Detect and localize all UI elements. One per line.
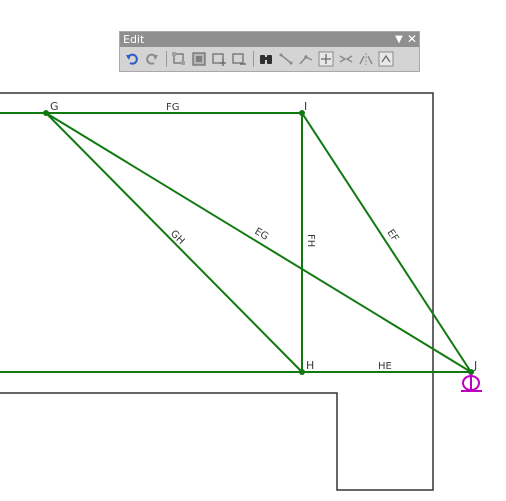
frame-outline: [0, 92, 434, 491]
close-icon[interactable]: ✕: [406, 32, 418, 47]
node-label-J: J: [473, 359, 477, 372]
dropdown-arrow-icon[interactable]: ▼: [393, 32, 405, 47]
toolbar-title: Edit: [123, 33, 145, 46]
toolbar-title-bar[interactable]: Edit ▼ ✕: [120, 32, 419, 47]
redo-icon[interactable]: [143, 50, 161, 68]
node-H[interactable]: [299, 369, 305, 375]
split-member-icon[interactable]: [337, 50, 355, 68]
find-icon[interactable]: [257, 50, 275, 68]
select-all-icon[interactable]: [190, 50, 208, 68]
add-node-icon[interactable]: [210, 50, 228, 68]
node-G[interactable]: [43, 110, 49, 116]
properties-icon[interactable]: [377, 50, 395, 68]
truss-members: [0, 112, 472, 373]
connect-members-icon[interactable]: [297, 50, 315, 68]
select-nodes-icon[interactable]: [170, 50, 188, 68]
mirror-icon[interactable]: [357, 50, 375, 68]
node-label-I: I: [304, 100, 307, 113]
drawing-canvas[interactable]: G I H J FG HE GH EG FH EF: [0, 0, 506, 501]
member-EG[interactable]: [45, 112, 472, 373]
edit-toolbar[interactable]: Edit ▼ ✕: [119, 31, 420, 72]
move-icon[interactable]: [317, 50, 335, 68]
toolbar-button-row: [120, 47, 419, 70]
member-EF[interactable]: [301, 112, 472, 373]
member-label-HE: HE: [378, 361, 392, 372]
node-label-G: G: [50, 100, 59, 113]
member-label-FH: FH: [305, 234, 316, 247]
member-label-FG: FG: [166, 102, 180, 113]
member-label-GH: GH: [168, 228, 187, 247]
remove-node-icon[interactable]: [230, 50, 248, 68]
roller-support-J[interactable]: [461, 374, 482, 392]
toolbar-separator: [166, 50, 167, 67]
member-GH[interactable]: [45, 112, 303, 373]
node-label-H: H: [306, 359, 314, 372]
undo-icon[interactable]: [123, 50, 141, 68]
draw-member-icon[interactable]: [277, 50, 295, 68]
toolbar-separator: [253, 50, 254, 67]
